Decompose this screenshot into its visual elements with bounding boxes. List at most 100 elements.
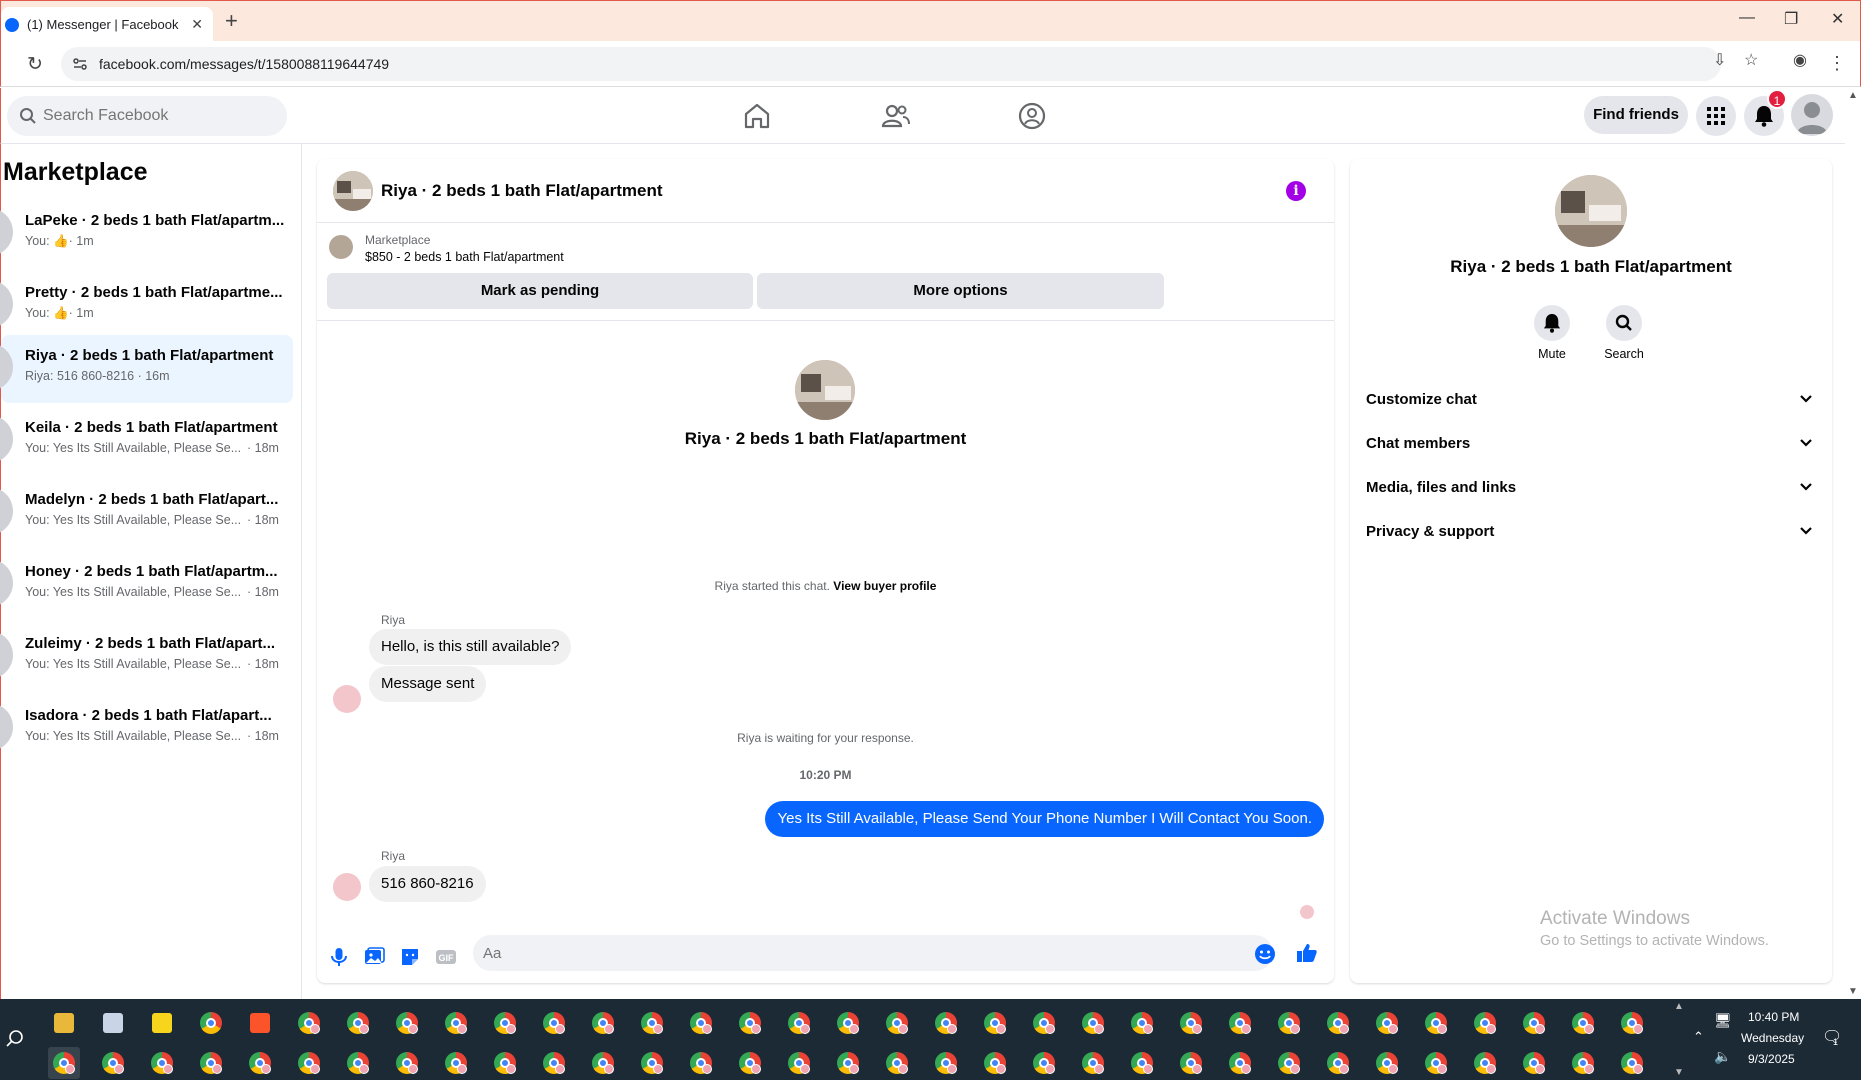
- conversation-item[interactable]: Madelyn · 2 beds 1 bath Flat/apart... Yo…: [0, 479, 293, 547]
- file-explorer-icon[interactable]: [48, 1007, 80, 1039]
- network-icon[interactable]: 🖥: [1714, 1012, 1732, 1029]
- chrome-profile-window-icon[interactable]: [783, 1047, 815, 1079]
- chrome-profile-window-icon[interactable]: [734, 1007, 766, 1039]
- chat-listing-photo[interactable]: [333, 171, 373, 211]
- chrome-profile-window-icon[interactable]: [48, 1047, 80, 1079]
- message-bubble[interactable]: Hello, is this still available?: [369, 629, 572, 665]
- scroll-up-icon[interactable]: ▲: [1848, 90, 1858, 101]
- my-message-bubble[interactable]: Yes Its Still Available, Please Send You…: [765, 801, 1324, 837]
- chrome-profile-window-icon[interactable]: [1175, 1047, 1207, 1079]
- chrome-profile-window-icon[interactable]: [489, 1007, 521, 1039]
- conversation-item[interactable]: Zuleimy · 2 beds 1 bath Flat/apart... Yo…: [0, 623, 293, 691]
- url-text[interactable]: facebook.com/messages/t/1580088119644749: [99, 56, 389, 72]
- paint-app-icon[interactable]: [97, 1007, 129, 1039]
- conversation-item[interactable]: LaPeke · 2 beds 1 bath Flat/apartm... Yo…: [0, 200, 293, 268]
- media-files-links-row[interactable]: Media, files and links: [1366, 469, 1816, 509]
- minimize-icon[interactable]: —: [1739, 9, 1755, 27]
- chrome-profile-window-icon[interactable]: [1469, 1047, 1501, 1079]
- conversation-item[interactable]: Honey · 2 beds 1 bath Flat/apartm... You…: [0, 551, 293, 619]
- chat-title[interactable]: Riya · 2 beds 1 bath Flat/apartment: [381, 181, 663, 201]
- chrome-profile-window-icon[interactable]: [440, 1007, 472, 1039]
- conversation-item[interactable]: Isadora · 2 beds 1 bath Flat/apart... Yo…: [0, 695, 293, 763]
- chrome-profile-window-icon[interactable]: [1322, 1047, 1354, 1079]
- chrome-profile-window-icon[interactable]: [1371, 1007, 1403, 1039]
- home-icon[interactable]: [741, 100, 773, 132]
- find-friends-button[interactable]: Find friends: [1584, 96, 1688, 134]
- bookmark-star-icon[interactable]: ☆: [1744, 50, 1758, 70]
- chrome-profile-window-icon[interactable]: [293, 1047, 325, 1079]
- menu-button[interactable]: [1696, 96, 1736, 136]
- chevron-down-icon[interactable]: ▼: [1674, 1067, 1684, 1078]
- chrome-profile-window-icon[interactable]: [832, 1047, 864, 1079]
- listing-title[interactable]: $850 - 2 beds 1 bath Flat/apartment: [365, 250, 564, 264]
- message-bubble[interactable]: Message sent: [369, 666, 487, 702]
- page-scrollbar[interactable]: ▲ ▼: [1845, 88, 1861, 999]
- search-input[interactable]: [43, 96, 273, 136]
- chrome-profile-window-icon[interactable]: [97, 1047, 129, 1079]
- chrome-profile-window-icon[interactable]: [881, 1047, 913, 1079]
- chrome-profile-window-icon[interactable]: [1224, 1007, 1256, 1039]
- volume-icon[interactable]: 🔈: [1714, 1048, 1731, 1065]
- new-tab-icon[interactable]: +: [225, 10, 238, 32]
- chrome-profile-window-icon[interactable]: [1518, 1047, 1550, 1079]
- chrome-profile-window-icon[interactable]: [1616, 1007, 1648, 1039]
- info-icon[interactable]: i: [1286, 181, 1306, 201]
- chrome-profile-window-icon[interactable]: [979, 1007, 1011, 1039]
- conversation-item[interactable]: Keila · 2 beds 1 bath Flat/apartment You…: [0, 407, 293, 475]
- chrome-profile-window-icon[interactable]: [1273, 1047, 1305, 1079]
- gif-icon[interactable]: GIF: [434, 945, 458, 969]
- view-buyer-profile-link[interactable]: View buyer profile: [833, 579, 936, 593]
- account-avatar[interactable]: [1791, 94, 1833, 136]
- reload-icon[interactable]: ↻: [27, 53, 43, 76]
- chrome-profile-window-icon[interactable]: [1028, 1007, 1060, 1039]
- brave-app-icon[interactable]: [244, 1007, 276, 1039]
- clock-time[interactable]: 10:40 PM: [1748, 1010, 1799, 1024]
- chrome-profile-window-icon[interactable]: [146, 1047, 178, 1079]
- sender-avatar[interactable]: [333, 685, 361, 713]
- chrome-profile-window-icon[interactable]: [685, 1007, 717, 1039]
- info-avatar[interactable]: [1555, 175, 1627, 247]
- chrome-profile-window-icon[interactable]: [1126, 1047, 1158, 1079]
- chrome-profile-window-icon[interactable]: [1469, 1007, 1501, 1039]
- clock-day[interactable]: Wednesday: [1741, 1031, 1804, 1045]
- chrome-profile-window-icon[interactable]: [636, 1007, 668, 1039]
- chrome-profile-window-icon[interactable]: [1273, 1007, 1305, 1039]
- chrome-profile-window-icon[interactable]: [489, 1047, 521, 1079]
- chrome-profile-window-icon[interactable]: [881, 1007, 913, 1039]
- chrome-profile-window-icon[interactable]: [244, 1047, 276, 1079]
- chrome-profile-window-icon[interactable]: [734, 1047, 766, 1079]
- sticky-notes-icon[interactable]: [146, 1007, 178, 1039]
- chrome-profile-window-icon[interactable]: [832, 1007, 864, 1039]
- like-thumb-icon[interactable]: [1295, 941, 1319, 965]
- chevron-up-icon[interactable]: ▲: [1674, 1001, 1684, 1012]
- chrome-profile-window-icon[interactable]: [1616, 1047, 1648, 1079]
- chrome-profile-window-icon[interactable]: [391, 1007, 423, 1039]
- chrome-profile-window-icon[interactable]: [440, 1047, 472, 1079]
- chrome-app-icon[interactable]: [195, 1007, 227, 1039]
- tray-expand-icon[interactable]: ⌃: [1693, 1029, 1704, 1045]
- chrome-profile-window-icon[interactable]: [1077, 1047, 1109, 1079]
- chrome-profile-window-icon[interactable]: [195, 1047, 227, 1079]
- chrome-profile-window-icon[interactable]: [1077, 1007, 1109, 1039]
- chrome-profile-window-icon[interactable]: [342, 1007, 374, 1039]
- sender-avatar[interactable]: [333, 873, 361, 901]
- close-window-icon[interactable]: ✕: [1831, 9, 1844, 29]
- restore-icon[interactable]: ❐: [1784, 9, 1798, 29]
- chrome-profile-window-icon[interactable]: [930, 1047, 962, 1079]
- browser-menu-icon[interactable]: ⋮: [1828, 53, 1846, 74]
- search-icon[interactable]: [5, 1029, 25, 1049]
- more-options-button[interactable]: More options: [757, 273, 1164, 309]
- taskbar-scroll[interactable]: ▲ ▼: [1672, 999, 1686, 1080]
- chrome-profile-window-icon[interactable]: [1028, 1047, 1060, 1079]
- conversation-item-active[interactable]: Riya · 2 beds 1 bath Flat/apartment Riya…: [0, 335, 293, 403]
- install-app-icon[interactable]: ⇩: [1713, 50, 1726, 70]
- chrome-profile-window-icon[interactable]: [342, 1047, 374, 1079]
- chrome-profile-window-icon[interactable]: [538, 1047, 570, 1079]
- chrome-profile-window-icon[interactable]: [1371, 1047, 1403, 1079]
- profile-icon[interactable]: ◉: [1793, 50, 1807, 70]
- chrome-profile-window-icon[interactable]: [587, 1047, 619, 1079]
- message-bubble[interactable]: 516 860-8216: [369, 866, 486, 902]
- chrome-profile-window-icon[interactable]: [587, 1007, 619, 1039]
- chrome-profile-window-icon[interactable]: [1224, 1047, 1256, 1079]
- chrome-profile-window-icon[interactable]: [979, 1047, 1011, 1079]
